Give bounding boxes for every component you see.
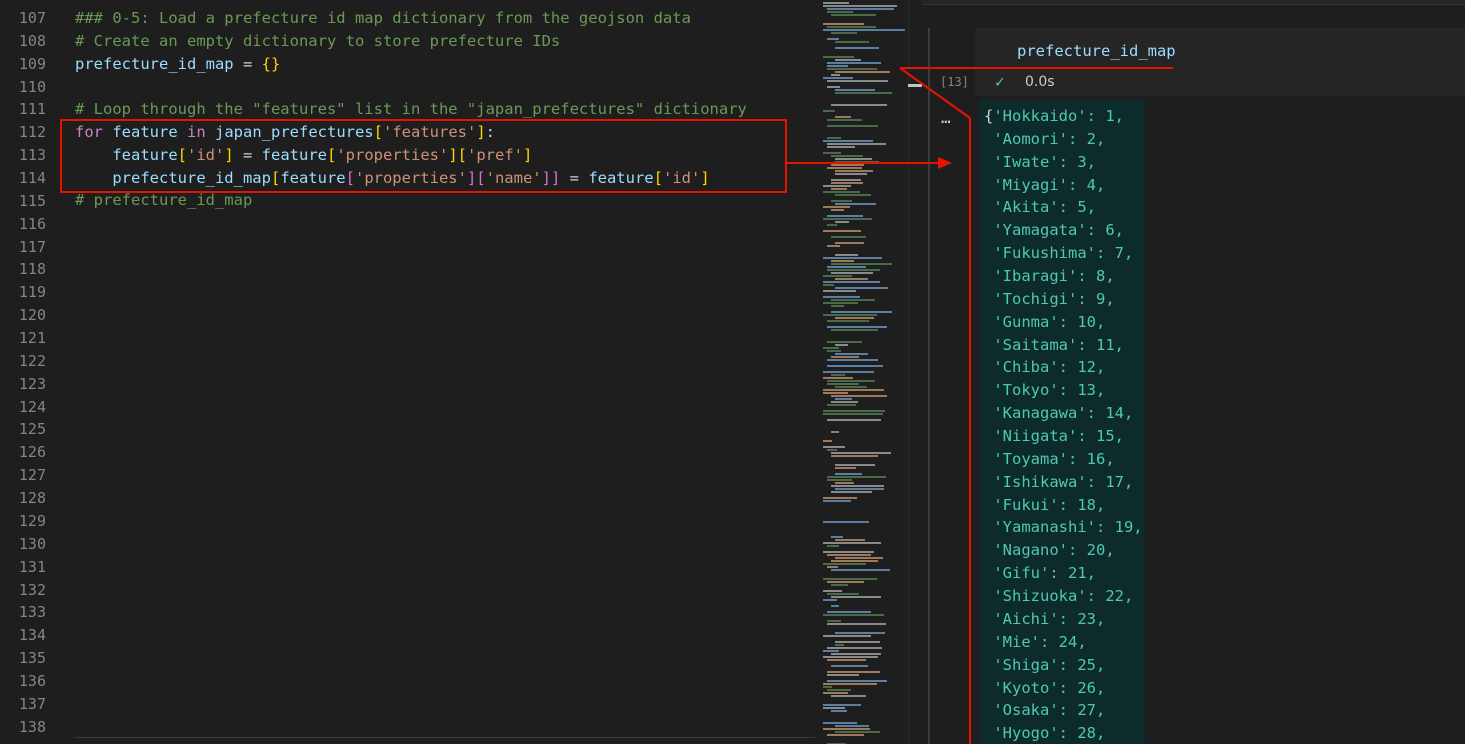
annotation-lines-svg bbox=[787, 67, 1005, 744]
annotation-arrow-head bbox=[938, 157, 952, 169]
annotation-diagonal bbox=[899, 67, 971, 119]
